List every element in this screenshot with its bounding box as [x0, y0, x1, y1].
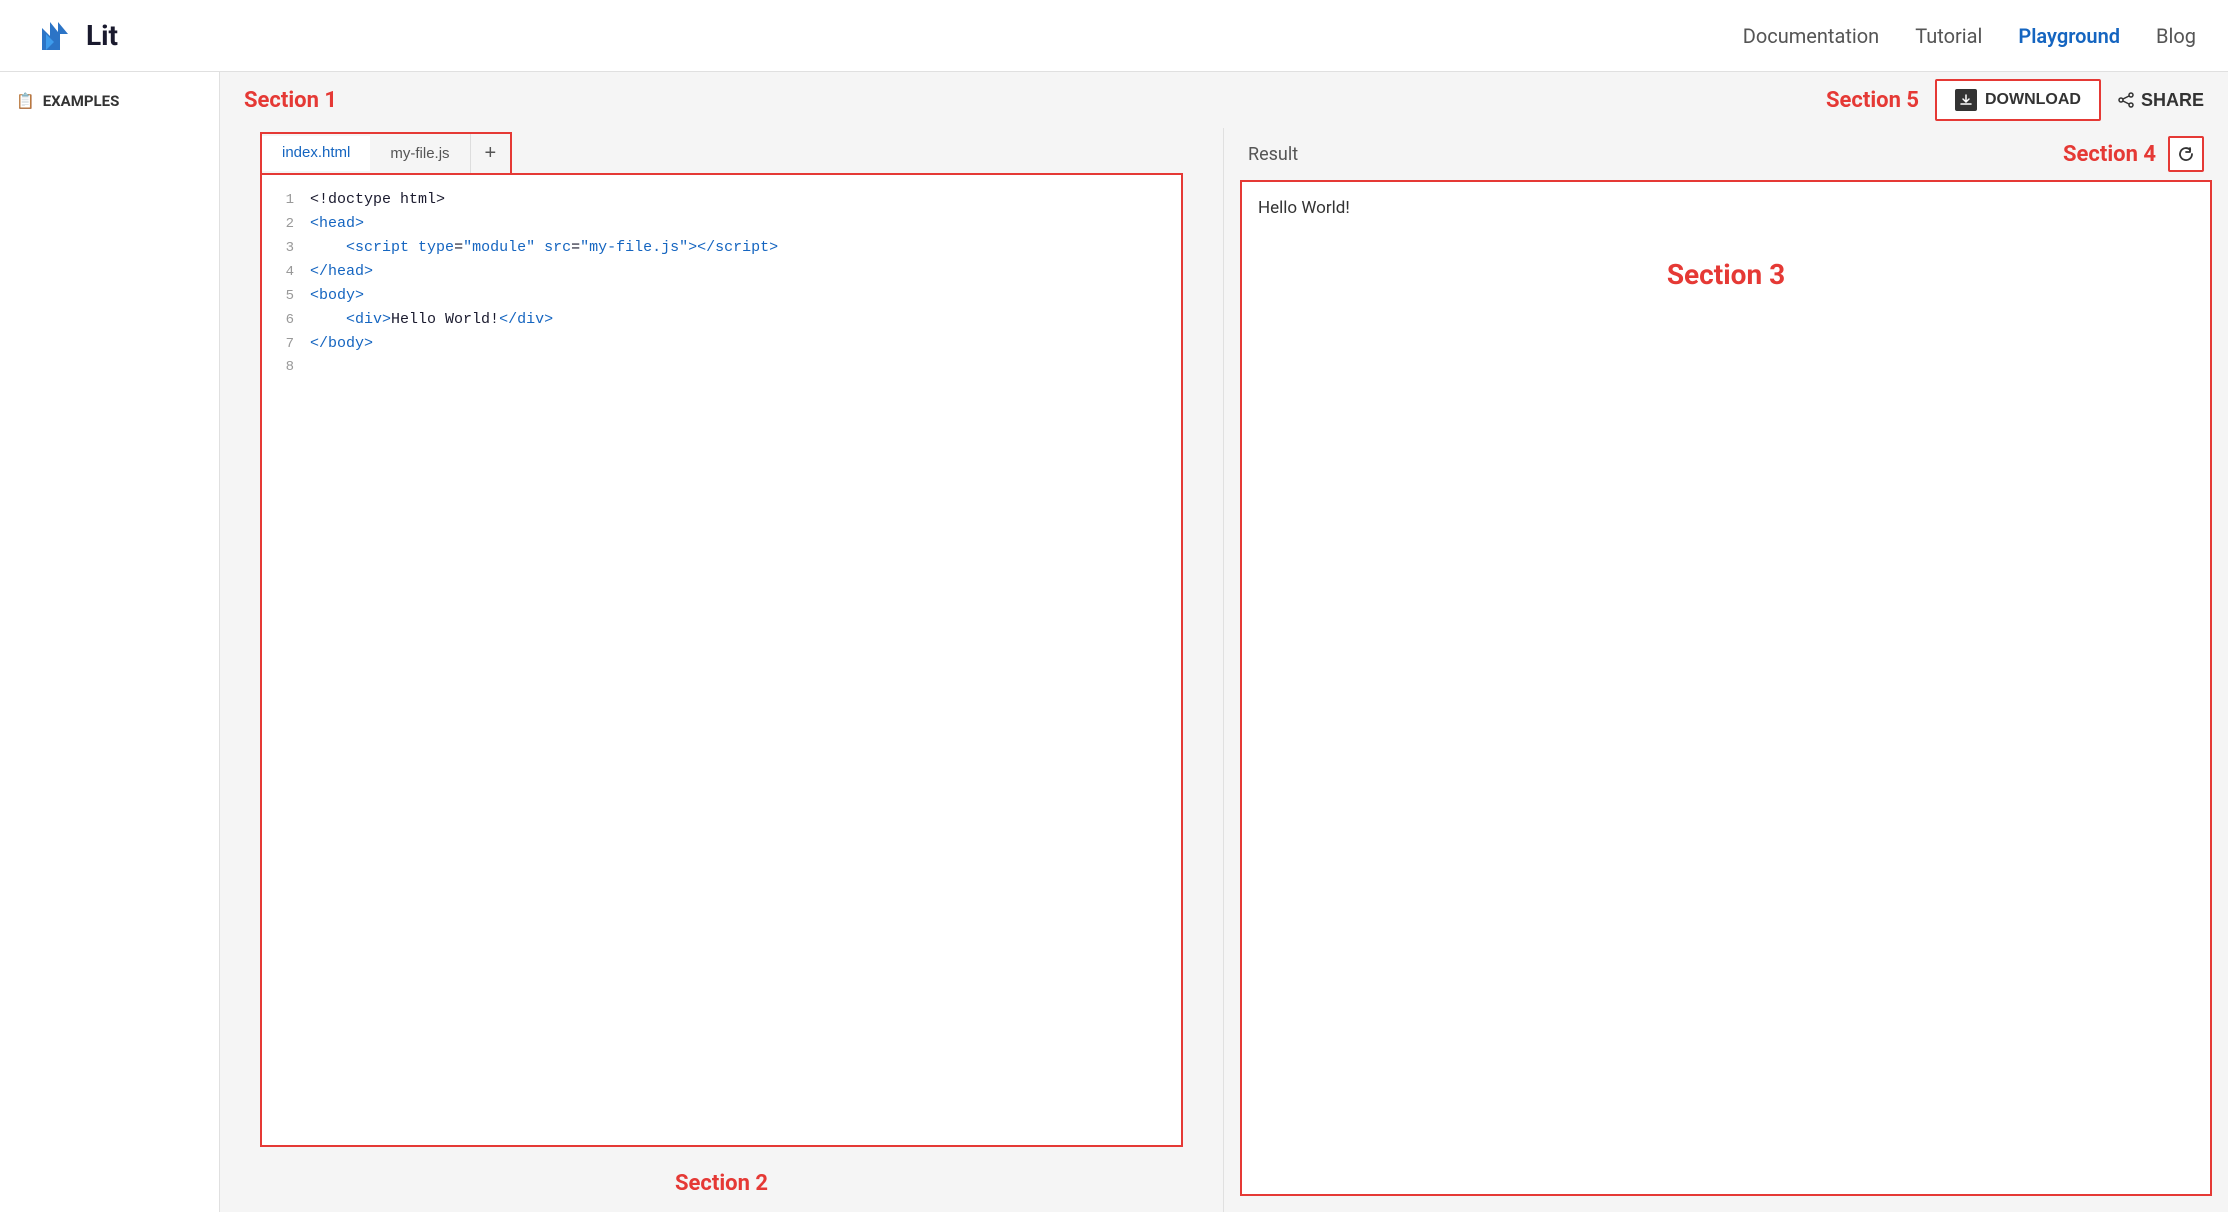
- sidebar-title: 📋 EXAMPLES: [16, 92, 203, 110]
- refresh-icon: [2177, 145, 2195, 163]
- section1-label: Section 1: [244, 88, 337, 113]
- content-area: Section 1 Section 5 DOWNLOAD: [220, 72, 2228, 1212]
- tabs-bar: index.html my-file.js +: [260, 132, 512, 173]
- section3-label: Section 3: [1258, 258, 2194, 291]
- examples-book-icon: 📋: [16, 92, 35, 110]
- result-label: Result: [1248, 144, 1298, 165]
- top-nav: Lit Documentation Tutorial Playground Bl…: [0, 0, 2228, 72]
- download-button[interactable]: DOWNLOAD: [1935, 79, 2101, 121]
- download-arrow-icon: [1959, 93, 1973, 107]
- editor-side: index.html my-file.js + 1 <!doctype html…: [220, 128, 1224, 1212]
- hello-world-text: Hello World!: [1258, 198, 2194, 218]
- code-line-5: 5 <body>: [270, 287, 1173, 311]
- code-line-2: 2 <head>: [270, 215, 1173, 239]
- preview-header: Result Section 4: [1240, 128, 2212, 180]
- toolbar: Section 1 Section 5 DOWNLOAD: [220, 72, 2228, 128]
- main-layout: 📋 EXAMPLES Section 1 Section 5 DOWNLOAD: [0, 72, 2228, 1212]
- nav-tutorial[interactable]: Tutorial: [1915, 24, 1982, 48]
- nav-playground[interactable]: Playground: [2018, 24, 2120, 48]
- nav-links: Documentation Tutorial Playground Blog: [1743, 24, 2196, 48]
- download-label: DOWNLOAD: [1985, 91, 2081, 109]
- code-line-3: 3 <script type="module" src="my-file.js"…: [270, 239, 1173, 263]
- tab-index-html[interactable]: index.html: [262, 136, 370, 171]
- code-line-7: 7 </body>: [270, 335, 1173, 359]
- nav-documentation[interactable]: Documentation: [1743, 24, 1880, 48]
- code-line-6: 6 <div>Hello World!</div>: [270, 311, 1173, 335]
- code-line-8: 8: [270, 359, 1173, 383]
- logo-text: Lit: [86, 19, 118, 52]
- sidebar: 📋 EXAMPLES: [0, 72, 220, 1212]
- add-tab-button[interactable]: +: [470, 134, 511, 173]
- preview-frame: Hello World! Section 3: [1240, 180, 2212, 1196]
- toolbar-right: Section 5 DOWNLOAD: [1826, 79, 2204, 121]
- code-line-4: 4 </head>: [270, 263, 1173, 287]
- download-icon: [1955, 89, 1977, 111]
- logo-area: Lit: [32, 14, 118, 58]
- share-label: SHARE: [2141, 90, 2204, 111]
- section4-label: Section 4: [2063, 142, 2156, 167]
- nav-blog[interactable]: Blog: [2156, 24, 2196, 48]
- code-editor[interactable]: 1 <!doctype html> 2 <head> 3 <script typ…: [260, 173, 1183, 1147]
- preview-side: Result Section 4 Hello World! Section: [1224, 128, 2228, 1212]
- editor-preview-area: index.html my-file.js + 1 <!doctype html…: [220, 128, 2228, 1212]
- refresh-button[interactable]: [2168, 136, 2204, 172]
- section2-label: Section 2: [220, 1163, 1223, 1212]
- share-button[interactable]: SHARE: [2117, 90, 2204, 111]
- preview-header-right: Section 4: [2063, 136, 2204, 172]
- lit-logo-icon: [32, 14, 76, 58]
- code-line-1: 1 <!doctype html>: [270, 191, 1173, 215]
- section5-label: Section 5: [1826, 88, 1919, 113]
- share-icon: [2117, 91, 2135, 109]
- tab-my-file-js[interactable]: my-file.js: [370, 137, 469, 170]
